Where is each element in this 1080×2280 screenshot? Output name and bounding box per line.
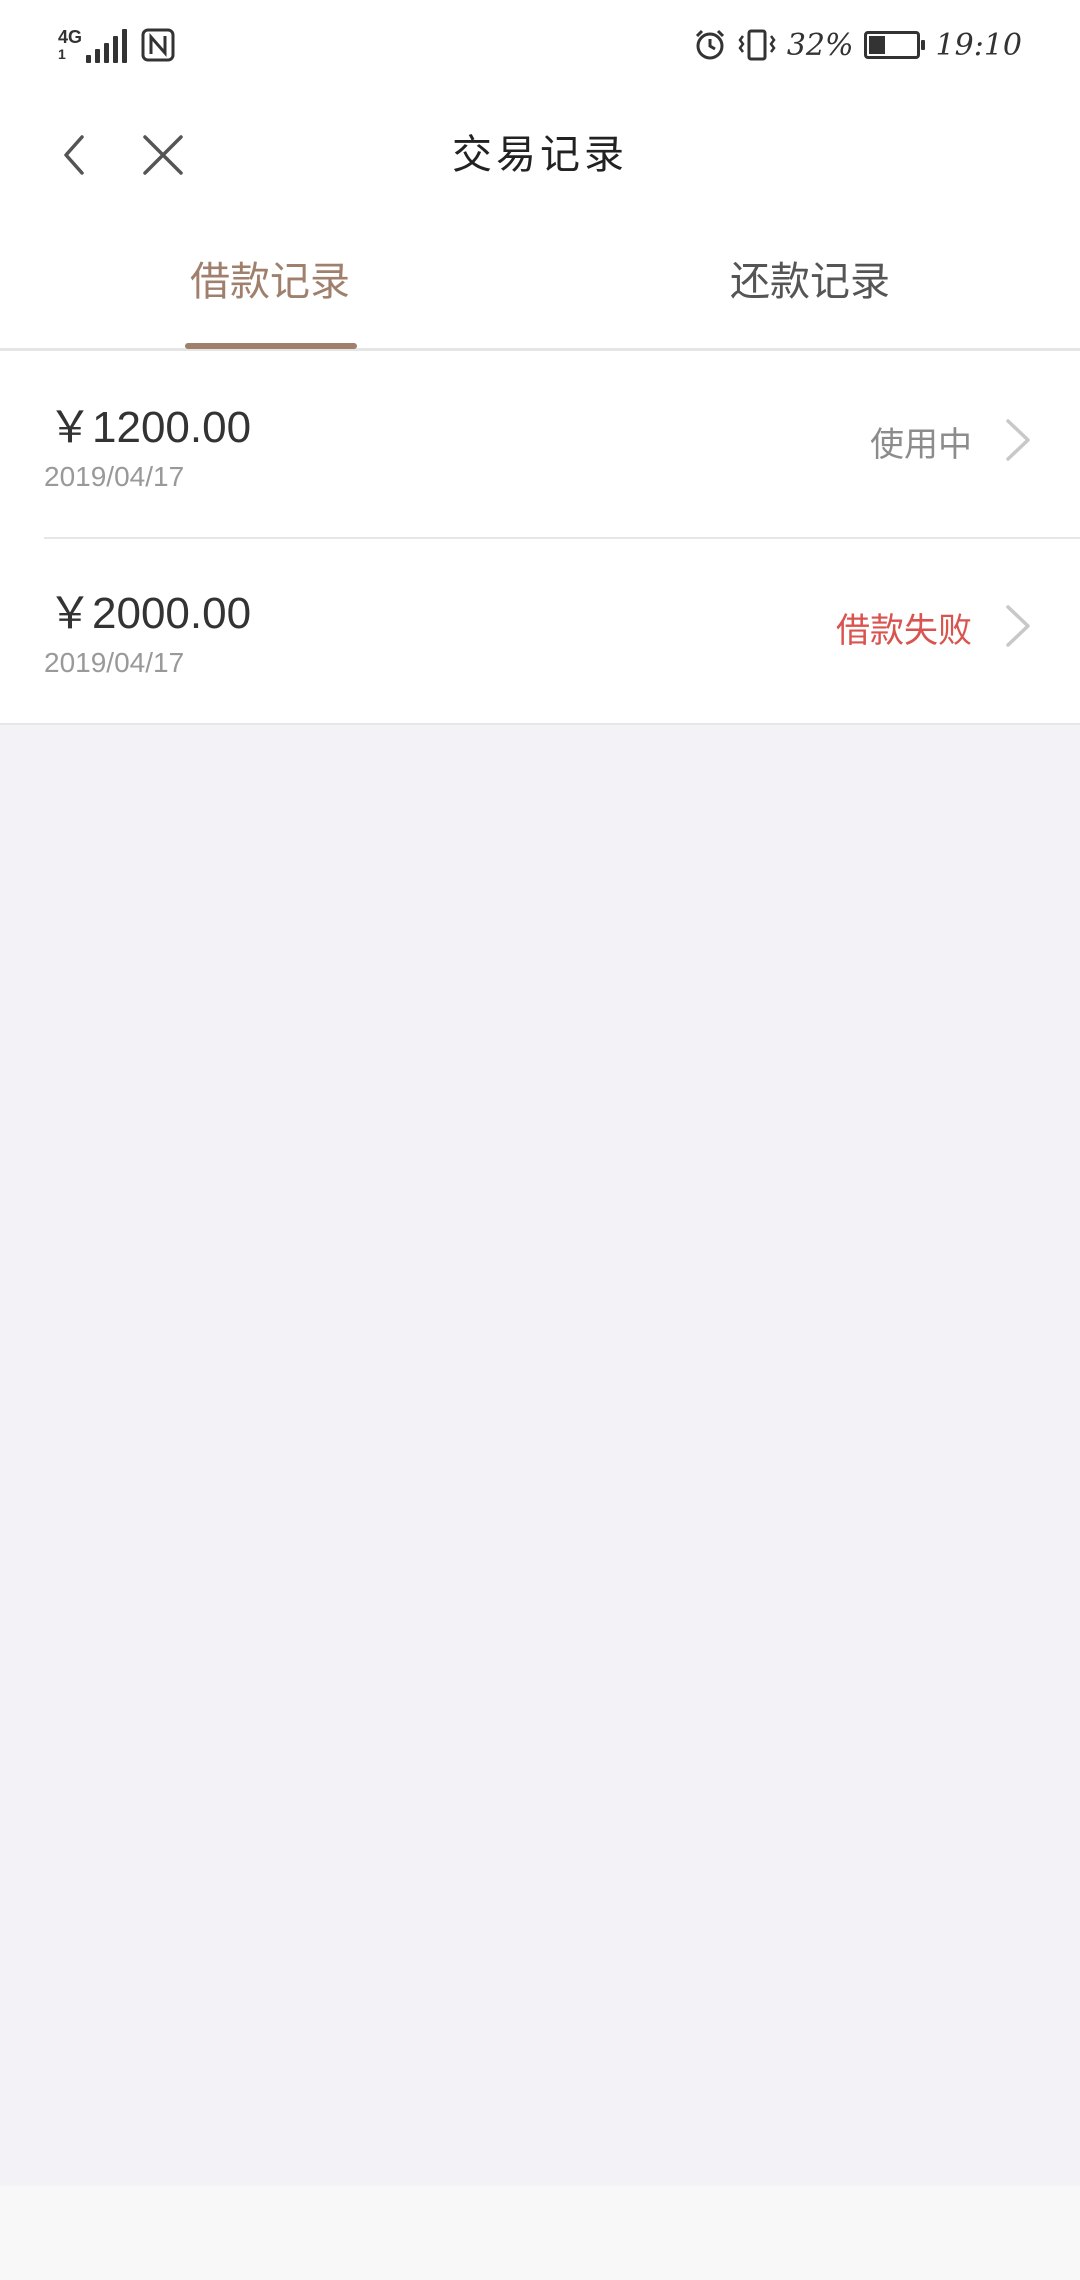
record-amount: ￥2000.00 bbox=[48, 589, 252, 638]
close-button[interactable] bbox=[128, 120, 198, 190]
alarm-icon bbox=[695, 29, 724, 60]
record-list: ￥1200.00 2019/04/17 使用中 ￥2000.00 2019/04… bbox=[0, 351, 1080, 725]
record-date: 2019/04/17 bbox=[44, 647, 185, 678]
nfc-icon bbox=[141, 28, 175, 62]
record-status: 使用中 bbox=[870, 425, 972, 465]
battery-percent: 32% bbox=[786, 27, 854, 63]
record-amount: ￥1200.00 bbox=[48, 403, 252, 452]
record-row[interactable]: ￥2000.00 2019/04/17 借款失败 bbox=[0, 537, 1080, 723]
chevron-right-icon bbox=[1006, 419, 1030, 461]
tab-repay-records[interactable]: 还款记录 bbox=[540, 220, 1080, 348]
record-status: 借款失败 bbox=[836, 611, 972, 651]
nav-bar: 交易记录 bbox=[0, 90, 1080, 220]
network-label: 4G bbox=[58, 27, 83, 47]
active-tab-indicator bbox=[185, 343, 357, 349]
record-date: 2019/04/17 bbox=[44, 461, 185, 492]
tab-borrow-records[interactable]: 借款记录 bbox=[0, 220, 540, 348]
network-type: 4G 1 bbox=[58, 28, 82, 62]
status-right: 32% 19:10 bbox=[693, 22, 1022, 68]
clock: 19:10 bbox=[935, 27, 1022, 63]
record-row[interactable]: ￥1200.00 2019/04/17 使用中 bbox=[0, 351, 1080, 537]
close-icon bbox=[143, 135, 183, 175]
tab-bar: 借款记录 还款记录 bbox=[0, 220, 1080, 351]
network-sub-label: 1 bbox=[58, 46, 66, 62]
battery-icon bbox=[863, 31, 925, 59]
bottom-area bbox=[0, 2186, 1080, 2280]
signal-icon bbox=[86, 27, 128, 63]
status-left: 4G 1 bbox=[58, 22, 175, 68]
status-bar: 4G 1 32% 19:10 bbox=[0, 0, 1080, 90]
chevron-left-icon bbox=[64, 135, 84, 175]
back-button[interactable] bbox=[40, 120, 110, 190]
vibrate-icon bbox=[738, 29, 776, 61]
chevron-right-icon bbox=[1006, 605, 1030, 647]
